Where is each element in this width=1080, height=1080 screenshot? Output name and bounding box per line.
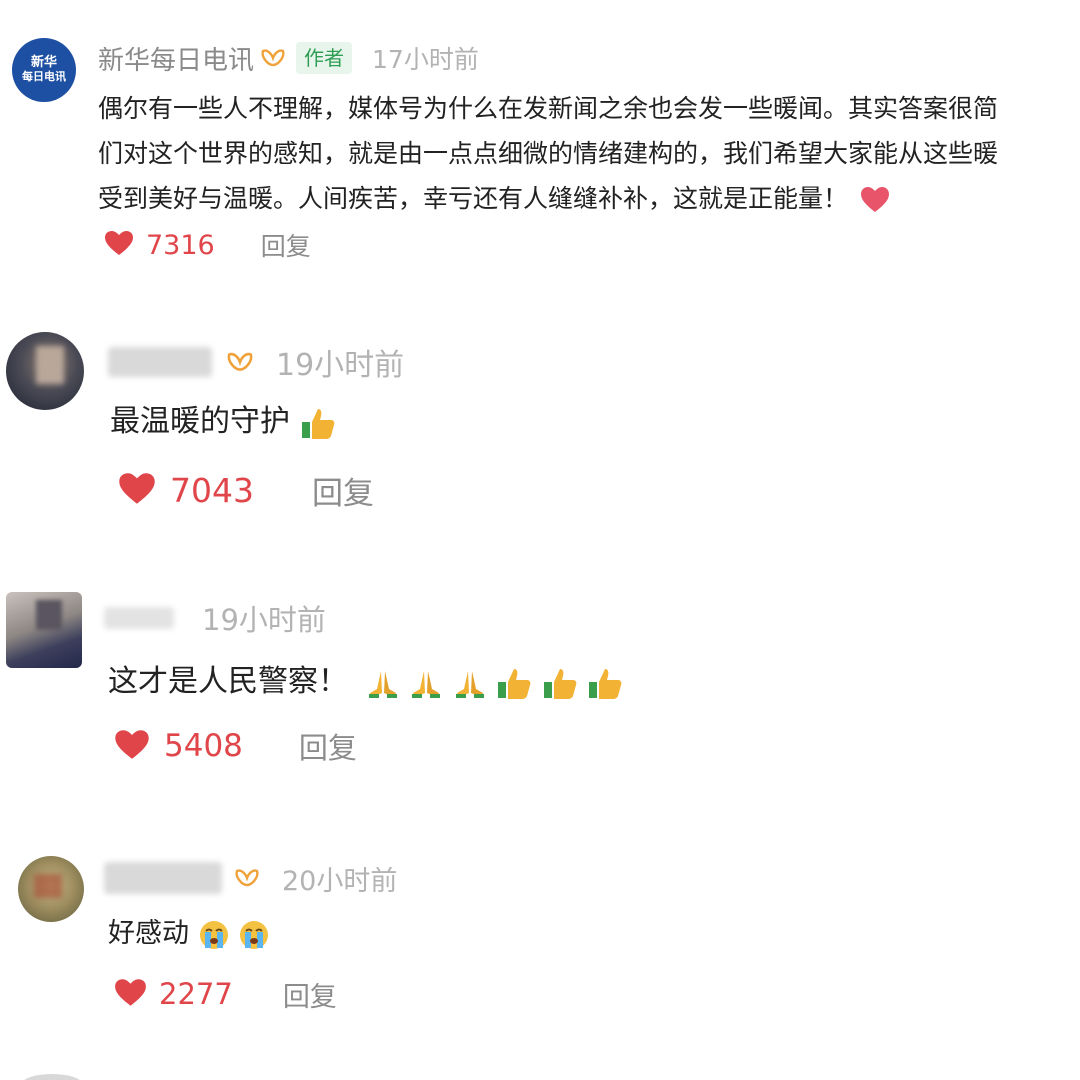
avatar[interactable]: [6, 592, 82, 668]
pray-icon: [366, 667, 400, 699]
timestamp: 19小时前: [276, 348, 405, 383]
reply-button[interactable]: 回复: [283, 975, 337, 1014]
author-tag: 作者: [296, 42, 353, 74]
comment-item: 新华 每日电讯 新华每日电讯 作者 17小时前 偶尔有一些人不理解，媒体号为什么…: [0, 0, 1080, 290]
crying-face-icon: [238, 919, 270, 951]
like-count: 5408: [164, 728, 243, 764]
heart-icon: [860, 186, 890, 214]
username-blurred[interactable]: [104, 862, 222, 894]
comment-meta: 19小时前: [104, 598, 326, 638]
comment-text-content: 最温暖的守护: [110, 404, 290, 439]
pray-icon: [453, 667, 487, 699]
comment-text-line: 偶尔有一些人不理解，媒体号为什么在发新闻之余也会发一些暖闻。其实答案很简: [98, 94, 999, 123]
avatar-text-line-1: 新华: [30, 55, 57, 70]
reply-button[interactable]: 回复: [299, 725, 357, 767]
like-count: 2277: [159, 977, 233, 1011]
comment-actions: 5408 回复: [114, 726, 357, 766]
avatar-text-line-2: 每日电讯: [22, 70, 66, 83]
crying-face-icon: [198, 919, 230, 951]
heart-icon[interactable]: [114, 729, 150, 764]
username[interactable]: 新华每日电讯: [98, 40, 254, 77]
badge-icon: [226, 350, 254, 374]
comment-item: 19小时前 这才是人民警察！ 5408 回复: [0, 550, 1080, 820]
comment-text: 这才是人民警察！: [108, 660, 623, 704]
reply-button[interactable]: 回复: [312, 468, 374, 513]
avatar[interactable]: [18, 856, 84, 922]
timestamp: 19小时前: [202, 603, 326, 637]
comment-meta: 19小时前: [108, 342, 405, 383]
timestamp: 20小时前: [282, 865, 398, 897]
thumbs-up-icon: [496, 666, 532, 700]
username-blurred[interactable]: [108, 347, 212, 377]
reply-button[interactable]: 回复: [261, 227, 311, 263]
comment-text-content: 这才是人民警察！: [108, 664, 348, 699]
comment-item: 20小时前 好感动 2277 回复: [0, 820, 1080, 1050]
avatar-partial: [22, 1074, 82, 1080]
comment-text: 好感动: [108, 914, 270, 954]
avatar[interactable]: 新华 每日电讯: [12, 38, 76, 102]
comment-actions: 2277 回复: [114, 975, 337, 1014]
avatar[interactable]: [6, 332, 84, 410]
timestamp: 17小时前: [372, 45, 479, 74]
thumbs-up-icon: [300, 406, 336, 440]
comment-text-line: 们对这个世界的感知，就是由一点点细微的情绪建构的，我们希望大家能从这些暖: [98, 139, 999, 168]
comment-item: 19小时前 最温暖的守护 7043 回复: [0, 290, 1080, 550]
like-count: 7316: [146, 229, 215, 261]
badge-icon: [234, 867, 260, 889]
comment-meta: 20小时前: [104, 860, 398, 897]
thumbs-up-icon: [542, 666, 578, 700]
comment-text-content: 好感动: [108, 918, 189, 949]
username-blurred[interactable]: [104, 607, 174, 629]
comment-text: 最温暖的守护: [110, 400, 336, 444]
thumbs-up-icon: [587, 666, 623, 700]
like-count: 7043: [170, 470, 254, 510]
comment-text-last-line: 受到美好与温暖。人间疾苦，幸亏还有人缝缝补补，这就是正能量！: [98, 180, 1078, 225]
heart-icon[interactable]: [114, 978, 147, 1011]
comment-text-line: 受到美好与温暖。人间疾苦，幸亏还有人缝缝补补，这就是正能量！: [98, 184, 849, 213]
comment-text: 偶尔有一些人不理解，媒体号为什么在发新闻之余也会发一些暖闻。其实答案很简 们对这…: [98, 90, 1078, 225]
heart-icon[interactable]: [118, 472, 156, 509]
comment-actions: 7316 回复: [104, 228, 311, 262]
badge-icon: [260, 47, 286, 69]
pray-icon: [409, 667, 443, 699]
heart-icon[interactable]: [104, 230, 134, 260]
comment-meta: 新华每日电讯 作者 17小时前: [98, 40, 479, 76]
comment-actions: 7043 回复: [118, 468, 374, 513]
